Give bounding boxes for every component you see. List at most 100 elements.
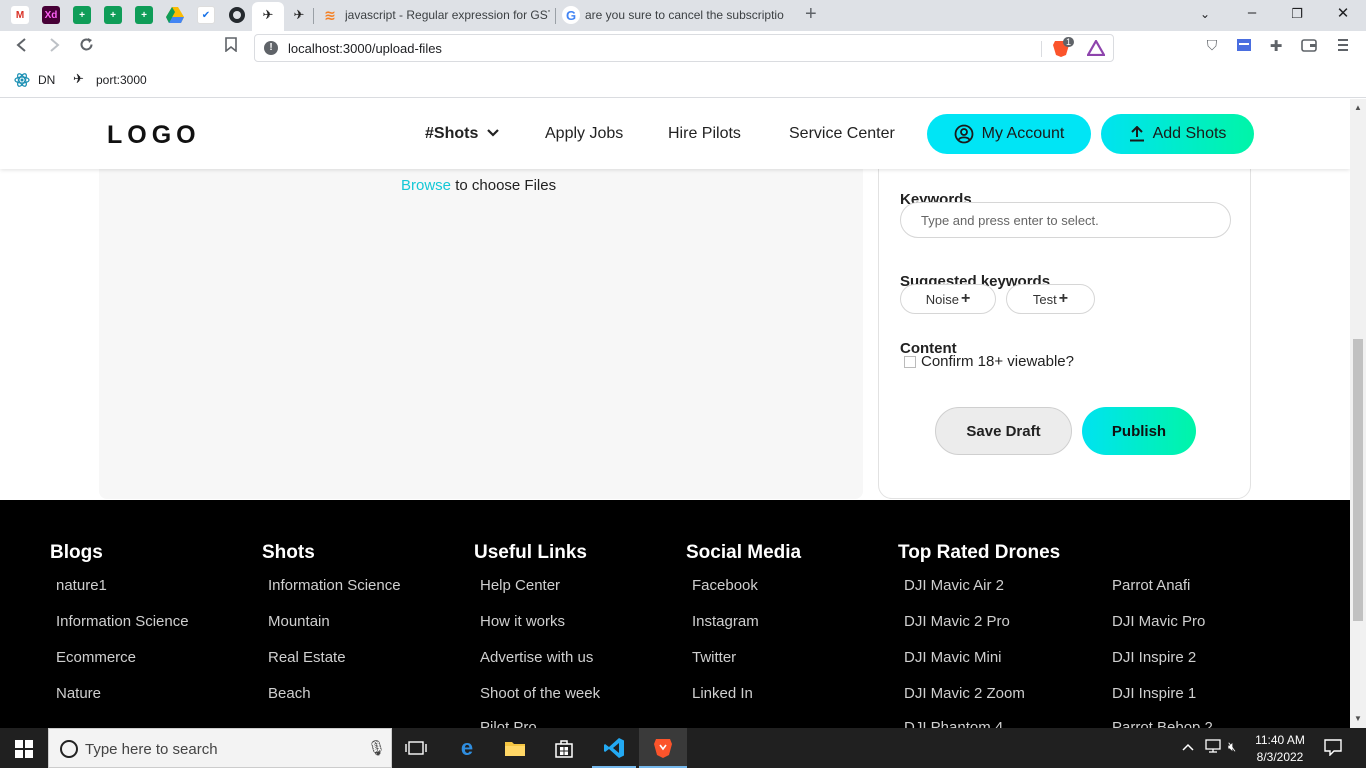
browse-line: Browse to choose Files [401, 177, 556, 194]
my-account-button[interactable]: My Account [927, 114, 1091, 154]
new-tab-icon[interactable]: + [805, 3, 817, 26]
tab-search-chevron-icon[interactable]: ⌄ [1195, 7, 1215, 21]
scroll-up-icon[interactable]: ▲ [1354, 103, 1362, 112]
footer-link[interactable]: Twitter [692, 649, 736, 666]
bookmark-dn[interactable]: DN [38, 73, 55, 87]
scroll-thumb[interactable] [1353, 339, 1363, 621]
drone-icon[interactable]: ✈ [290, 6, 308, 24]
tasks-icon[interactable]: ✔ [197, 6, 215, 24]
footer-link[interactable]: Help Center [480, 577, 560, 594]
github-icon[interactable] [228, 6, 246, 24]
footer-link[interactable]: DJI Mavic Air 2 [904, 577, 1004, 594]
bookmark-icon[interactable] [220, 37, 242, 57]
footer-link[interactable]: DJI Inspire 1 [1112, 685, 1196, 702]
notifications-icon[interactable] [1324, 738, 1342, 759]
footer-link[interactable]: DJI Mavic Pro [1112, 613, 1205, 630]
scroll-down-icon[interactable]: ▼ [1354, 714, 1362, 723]
footer-link[interactable]: Pilot Pro [480, 719, 537, 728]
extensions-puzzle-icon[interactable]: ✚ [1265, 37, 1287, 55]
chip-label: Test [1032, 291, 1057, 307]
tab-separator [313, 8, 314, 24]
footer-link[interactable]: DJI Inspire 2 [1112, 649, 1196, 666]
footer-link[interactable]: Parrot Anafi [1112, 577, 1190, 594]
footer-link[interactable]: Advertise with us [480, 649, 593, 666]
footer-link[interactable]: Beach [268, 685, 311, 702]
footer-link[interactable]: Real Estate [268, 649, 346, 666]
footer-link[interactable]: Linked In [692, 685, 753, 702]
footer-link[interactable]: Instagram [692, 613, 759, 630]
browse-link[interactable]: Browse [401, 177, 451, 194]
wallet-icon[interactable] [1298, 37, 1320, 57]
microphone-icon[interactable]: 🎙 [367, 739, 386, 757]
store-icon[interactable] [552, 736, 576, 760]
brave-rewards-icon[interactable] [1086, 38, 1106, 61]
publish-button[interactable]: Publish [1082, 407, 1196, 455]
footer-link[interactable]: Mountain [268, 613, 330, 630]
edge-icon[interactable]: e [455, 735, 479, 760]
suggested-keyword-chip[interactable]: Noise + [900, 284, 996, 314]
sheets-icon[interactable]: + [104, 6, 122, 24]
close-window-icon[interactable]: ✕ [1333, 4, 1353, 22]
footer-link[interactable]: nature1 [56, 577, 107, 594]
reload-icon[interactable] [75, 37, 97, 57]
page-viewport: Browse to choose Files Keywords Suggeste… [0, 99, 1350, 728]
footer-link[interactable]: Parrot Bebop 2 [1112, 719, 1213, 728]
save-draft-button[interactable]: Save Draft [935, 407, 1072, 455]
address-bar[interactable]: ! localhost:3000/upload-files 1 [254, 34, 1114, 62]
task-view-icon[interactable] [404, 736, 428, 760]
taskbar-search-box[interactable]: Type here to search 🎙 [48, 728, 392, 768]
footer-link[interactable]: Nature [56, 685, 101, 702]
back-icon[interactable] [11, 37, 33, 57]
footer-link[interactable]: Shoot of the week [480, 685, 600, 702]
page-scrollbar[interactable]: ▲ ▼ [1350, 99, 1366, 728]
footer-link[interactable]: Information Science [56, 613, 189, 630]
footer-link[interactable]: DJI Phantom 4 [904, 719, 1003, 728]
forward-icon[interactable] [43, 37, 65, 57]
footer-link[interactable]: Information Science [268, 577, 401, 594]
footer-link[interactable]: Facebook [692, 577, 758, 594]
minimize-icon[interactable]: – [1242, 4, 1262, 21]
xd-icon[interactable]: Xd [42, 6, 60, 24]
keywords-input[interactable] [900, 202, 1231, 238]
extension-window-icon[interactable] [1233, 37, 1255, 57]
site-info-icon[interactable]: ! [264, 41, 278, 55]
footer-link[interactable]: DJI Mavic 2 Pro [904, 613, 1010, 630]
confirm-18-row[interactable]: Confirm 18+ viewable? [904, 353, 1074, 370]
confirm-18-label[interactable]: Confirm 18+ viewable? [921, 353, 1074, 370]
url-text[interactable]: localhost:3000/upload-files [288, 41, 442, 56]
tab-title-stackoverflow[interactable]: javascript - Regular expression for GST [345, 8, 550, 22]
nav-shots-dropdown[interactable]: #Shots [425, 125, 499, 143]
footer-link[interactable]: DJI Mavic Mini [904, 649, 1002, 666]
vscode-icon[interactable] [602, 736, 626, 760]
menu-icon[interactable] [1332, 37, 1354, 57]
drive-icon[interactable] [166, 6, 184, 24]
tab-title-google[interactable]: are you sure to cancel the subscriptio [585, 8, 788, 22]
gmail-icon[interactable]: M [11, 6, 29, 24]
restore-icon[interactable]: ❐ [1287, 6, 1307, 22]
bookmarks-bar: DN ✈ port:3000 [0, 65, 1366, 98]
brave-icon[interactable] [651, 736, 675, 760]
brave-shields-icon[interactable]: 1 [1052, 37, 1075, 63]
confirm-18-checkbox[interactable] [904, 355, 916, 368]
sheets-icon[interactable]: + [135, 6, 153, 24]
volume-muted-icon[interactable]: 🔇︎ [1228, 739, 1236, 755]
bookmark-port3000[interactable]: port:3000 [96, 73, 147, 87]
drone-icon[interactable]: ✈ [259, 6, 277, 24]
footer-link[interactable]: How it works [480, 613, 565, 630]
site-logo[interactable]: LOGO [107, 121, 201, 150]
file-explorer-icon[interactable] [503, 736, 527, 760]
nav-apply-jobs[interactable]: Apply Jobs [545, 125, 623, 143]
tray-chevron-icon[interactable] [1182, 739, 1194, 754]
nav-hire-pilots[interactable]: Hire Pilots [668, 125, 741, 143]
network-icon[interactable] [1204, 739, 1222, 756]
nav-service-center[interactable]: Service Center [789, 125, 895, 143]
taskbar-search-placeholder[interactable]: Type here to search [85, 741, 218, 758]
footer-link[interactable]: DJI Mavic 2 Zoom [904, 685, 1025, 702]
suggested-keyword-chip[interactable]: Test + [1006, 284, 1095, 314]
windows-start-icon[interactable] [15, 740, 33, 758]
sheets-icon[interactable]: + [73, 6, 91, 24]
add-shots-button[interactable]: Add Shots [1101, 114, 1254, 154]
extension-shield-icon[interactable]: ⛉ [1201, 37, 1223, 54]
taskbar-clock[interactable]: 11:40 AM 8/3/2022 [1252, 732, 1308, 766]
footer-link[interactable]: Ecommerce [56, 649, 136, 666]
